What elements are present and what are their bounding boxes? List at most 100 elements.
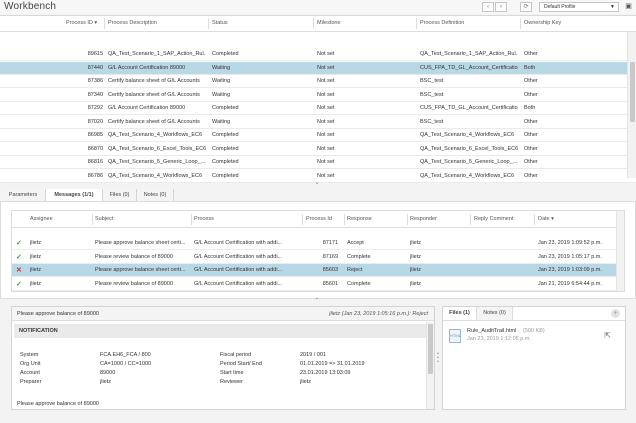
column-header-milestone[interactable]: Milestone [317, 20, 341, 26]
table-cell: 86870 [87, 145, 103, 152]
table-cell: Completed [212, 145, 239, 152]
table-row[interactable]: 87020 Certify balance sheet of G/L Accoun… [0, 115, 636, 129]
table-cell: BSC_test [420, 118, 444, 125]
field-label: Org Unit [20, 361, 41, 367]
column-divider[interactable] [92, 214, 93, 225]
table-cell: Other [524, 132, 538, 138]
table-cell: QA_Test_Scenario_4_Workflows_EC6 [420, 132, 515, 138]
tab-files-panel[interactable]: Files (1) [443, 307, 477, 320]
table-cell: jlietz [410, 267, 422, 273]
table-cell: Waiting [212, 64, 231, 71]
column-header-definition[interactable]: Process Definition [420, 20, 464, 26]
column-divider[interactable] [534, 214, 535, 225]
message-detail-panel: Please approve balance of 89000 jlietz (… [11, 306, 435, 410]
column-divider[interactable] [520, 18, 521, 29]
table-cell: G/L Account Certification with addi... [194, 280, 283, 287]
table-cell: QA_Test_Scenario_6_Excel_Tools_EC6 [420, 145, 518, 152]
app-title: Workbench [4, 1, 57, 12]
table-row[interactable]: 87440 G/L Account Certification 89000 Wait… [0, 61, 636, 75]
table-row[interactable]: 87292 G/L Account Certification 89000 Comp… [0, 102, 636, 115]
table-cell: Not set [317, 51, 335, 57]
column-header-description[interactable]: Process Description [108, 20, 157, 26]
table-cell: Please review balance of 89000 [95, 253, 173, 260]
refresh-button[interactable]: ⟳ [520, 2, 532, 12]
column-divider[interactable] [344, 214, 345, 225]
process-grid-scrollbar[interactable] [627, 32, 636, 178]
table-cell: CUS_FPA_TD_GL_Account_Certification... [420, 105, 518, 111]
table-cell: Not set [317, 172, 335, 179]
column-divider[interactable] [416, 18, 417, 29]
column-header-assignee[interactable]: Assignee [30, 216, 53, 222]
list-item[interactable]: ✓ jlietz Please approve balance sheet cert… [12, 237, 624, 250]
column-header-status[interactable]: Status [212, 20, 228, 26]
table-row[interactable]: 87340 Certify balance sheet of G/L Accoun… [0, 88, 636, 102]
column-header-process[interactable]: Process [194, 216, 214, 222]
table-row[interactable]: 89615 QA_Test_Scenario_1_SAP_Action_Rul..… [0, 48, 636, 61]
column-divider[interactable] [302, 214, 303, 225]
file-size: (500 KB) [523, 328, 545, 334]
table-cell: Waiting [212, 91, 231, 98]
column-header-subject[interactable]: Subject [95, 216, 113, 222]
table-cell: jlietz [410, 240, 422, 246]
scrollbar-thumb[interactable] [428, 324, 433, 374]
field-value: FCA.EH6_FCA / 800 [100, 352, 151, 358]
table-cell: QA_Test_Scenario_6_Excel_Tools_EC6 [108, 145, 206, 152]
table-cell: Not set [317, 78, 335, 84]
table-cell: BSC_test [420, 91, 444, 98]
back-button[interactable]: ‹ [482, 2, 494, 12]
field-label: Period Start/ End [220, 361, 262, 367]
table-cell: Certify balance sheet of G/L Accounts [108, 118, 200, 125]
list-item[interactable]: ✕ jlietz Please approve balance sheet cert… [12, 264, 624, 277]
column-divider[interactable] [313, 18, 314, 29]
table-cell: Completed [212, 132, 239, 138]
list-item[interactable]: ✓ jlietz Please review balance of 89000 G/L… [12, 250, 624, 264]
splitter-grip-icon[interactable]: • • • [434, 352, 442, 365]
column-divider[interactable] [208, 18, 209, 29]
collapse-up-icon[interactable]: ⌄ [311, 179, 323, 186]
profile-select[interactable]: Default Profile ▼ [539, 2, 619, 12]
table-cell: 85603 [322, 267, 338, 273]
table-row[interactable]: 86985 QA_Test_Scenario_4_Workflows_EC6 Com… [0, 129, 636, 142]
column-divider[interactable] [470, 214, 471, 225]
table-cell: Certify balance sheet of G/L Accounts [108, 91, 200, 98]
scrollbar-thumb[interactable] [630, 62, 635, 122]
field-label: Reviewer [220, 379, 243, 385]
table-row[interactable]: 86816 QA_Test_Scenario_5_Generic_Loop_...… [0, 156, 636, 169]
table-cell: G/L Account Certification with addi... [194, 267, 283, 273]
column-header-process-id[interactable]: Process Id [306, 216, 332, 222]
profile-select-value: Default Profile [544, 4, 576, 10]
table-cell: 86816 [87, 159, 103, 165]
table-cell: Completed [212, 172, 239, 179]
collapse-up-icon[interactable]: ⌃ [311, 297, 323, 304]
table-cell: 87169 [322, 253, 338, 260]
column-header-reply-comment[interactable]: Reply Comment [474, 216, 513, 222]
table-cell: Complete [347, 280, 371, 287]
column-header-date[interactable]: Date ▾ [538, 216, 554, 222]
field-label: Preparer [20, 379, 42, 385]
table-cell: QA_Test_Scenario_5_Generic_Loop_... [420, 159, 518, 165]
table-cell: 89615 [87, 51, 103, 57]
table-cell: Other [524, 118, 538, 125]
process-grid-header: Process ID ▾ Process Description Status … [0, 16, 636, 32]
file-name[interactable]: Rule_AuditTrail.html [467, 328, 516, 334]
table-cell: QA_Test_Scenario_1_SAP_Action_Rul... [420, 51, 518, 57]
table-row[interactable]: 86870 QA_Test_Scenario_6_Excel_Tools_EC6 C… [0, 142, 636, 156]
save-icon[interactable]: ▣ [623, 2, 634, 12]
messages-grid-scrollbar[interactable] [616, 211, 624, 291]
column-header-process-id[interactable]: Process ID ▾ [66, 20, 97, 26]
table-cell: 86786 [87, 172, 103, 179]
detail-scrollbar[interactable] [426, 322, 434, 409]
column-divider[interactable] [191, 214, 192, 225]
table-row[interactable]: 87386 Certify balance sheet of G/L Accoun… [0, 75, 636, 88]
tab-notes-panel[interactable]: Notes (0) [477, 307, 513, 320]
column-header-ownership[interactable]: Ownership Key [524, 20, 561, 26]
add-icon[interactable]: + [611, 309, 620, 318]
list-item[interactable]: ✓ jlietz Please review balance of 89000 G/L… [12, 277, 624, 291]
forward-button[interactable]: › [495, 2, 507, 12]
column-divider[interactable] [104, 18, 105, 29]
column-header-response[interactable]: Response [347, 216, 372, 222]
open-external-icon[interactable]: ⇱ [604, 331, 611, 340]
column-header-responder[interactable]: Responder [410, 216, 437, 222]
table-cell: Not set [317, 132, 335, 138]
column-divider[interactable] [407, 214, 408, 225]
